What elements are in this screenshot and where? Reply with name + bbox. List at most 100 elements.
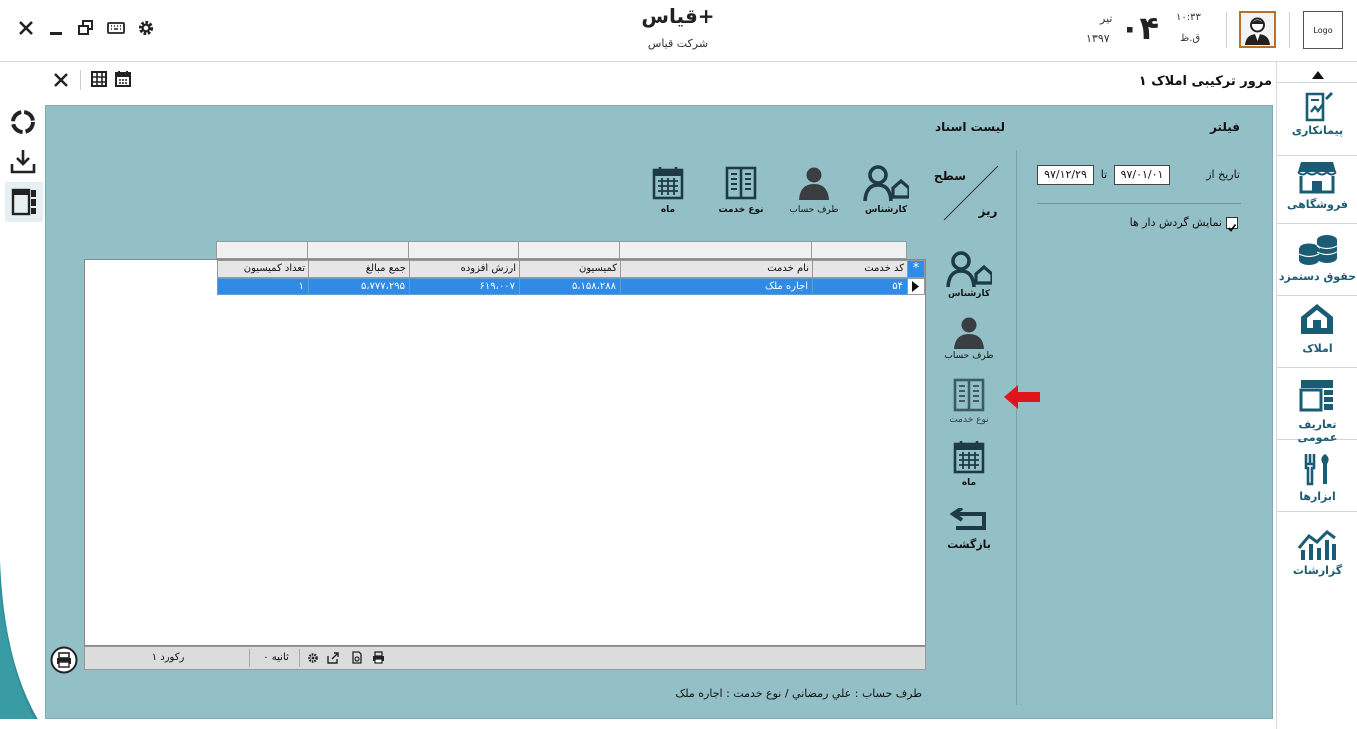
check-icon	[1227, 223, 1237, 232]
column-header-commission[interactable]: کمیسیون	[519, 260, 621, 278]
chart-icon	[1297, 528, 1337, 562]
column-header-service-code[interactable]: کد خدمت	[812, 260, 908, 278]
date-from-input[interactable]: ۹۷/۰۱/۰۱	[1114, 165, 1170, 185]
filter-cell[interactable]	[216, 241, 308, 259]
module-sidebar: پیمانکاری فروشگاهی حقوق دستمزد املاک تعا…	[1276, 62, 1357, 729]
filter-cell[interactable]	[619, 241, 812, 259]
divider	[1277, 82, 1357, 83]
calendar-icon[interactable]	[114, 70, 132, 88]
column-header-commission-count[interactable]: تعداد کمیسیون	[217, 260, 309, 278]
date-month: تیر	[1100, 12, 1113, 25]
grid-view-icon[interactable]	[90, 70, 108, 88]
side-tool-account[interactable]: طرف حساب	[940, 314, 998, 366]
nav-item-tools[interactable]: ابزارها	[1277, 440, 1357, 512]
elapsed-time: ۰ ثانیه	[263, 652, 289, 663]
side-tool-month[interactable]: ماه	[940, 440, 998, 492]
tools-icon	[1301, 452, 1333, 486]
store-icon	[1297, 160, 1337, 194]
layout-icon	[1299, 378, 1335, 412]
download-icon[interactable]	[10, 148, 36, 176]
list-title: لیست اسناد	[935, 120, 1005, 134]
row-selector-icon[interactable]	[907, 278, 925, 295]
side-tool-expert[interactable]: کارشناس	[940, 250, 998, 304]
filter-divider	[1037, 203, 1241, 204]
top-tool-month[interactable]: ماه	[644, 164, 692, 218]
keyboard-icon[interactable]	[106, 18, 128, 40]
printer-icon[interactable]	[372, 651, 385, 664]
top-tool-expert[interactable]: کارشناس	[858, 164, 914, 218]
table-cell[interactable]: ۵۴	[812, 278, 908, 295]
level-detail-label[interactable]: ریز	[968, 204, 1008, 218]
scroll-up-icon[interactable]	[1311, 70, 1325, 80]
date-year: ۱۳۹۷	[1086, 32, 1110, 45]
filter-cell[interactable]	[307, 241, 409, 259]
show-turnover-checkbox[interactable]	[1226, 217, 1238, 232]
nav-item-general-definitions[interactable]: تعاریف عمومی	[1277, 368, 1357, 444]
coins-icon	[1297, 232, 1339, 266]
divider	[80, 70, 81, 90]
table-cell[interactable]: ۱	[217, 278, 309, 295]
logo: Logo	[1303, 11, 1343, 49]
print-icon[interactable]	[50, 646, 78, 674]
title-bar: قیاس+ شرکت قیاس ۱۰:۳۳ ق.ظ ۰۴ تیر ۱۳۹۷ Lo…	[0, 0, 1357, 62]
selection-summary: طرف حساب : علي رمضاني / نوع خدمت : اجاره…	[675, 687, 922, 700]
refresh-icon[interactable]	[9, 108, 37, 136]
divider	[1289, 12, 1290, 48]
side-tool-service-type[interactable]: نوع خدمت	[940, 376, 998, 428]
house-icon	[1299, 302, 1335, 336]
column-header-total[interactable]: جمع مبالغ	[308, 260, 410, 278]
print-preview-icon[interactable]	[351, 651, 363, 664]
date-day: ۰۴	[1120, 9, 1160, 47]
catalog-icon	[953, 378, 985, 412]
nav-item-reports[interactable]: گزارشات	[1277, 512, 1357, 584]
top-tool-service-type[interactable]: نوع خدمت	[712, 164, 770, 218]
record-count: ۱ رکورد	[151, 652, 185, 663]
document-title: مرور ترکیبی املاک ۱	[1138, 74, 1272, 89]
gear-icon[interactable]	[136, 18, 158, 40]
close-document-icon[interactable]	[52, 71, 70, 89]
table-cell[interactable]: ۶۱۹،۰۰۷	[409, 278, 520, 295]
panel-divider	[1016, 150, 1017, 705]
expert-icon	[946, 250, 992, 288]
export-icon[interactable]	[327, 652, 339, 664]
layout-icon[interactable]	[5, 182, 43, 222]
table-cell[interactable]: ۵،۱۵۸،۲۸۸	[519, 278, 621, 295]
document-toolbar	[44, 62, 1276, 104]
clock-time: ۱۰:۳۳	[1176, 12, 1201, 23]
minimize-icon[interactable]	[46, 18, 68, 40]
nav-item-real-estate[interactable]: املاک	[1277, 296, 1357, 368]
catalog-icon	[725, 166, 757, 200]
user-avatar-icon[interactable]	[1239, 11, 1276, 48]
nav-item-contracting[interactable]: پیمانکاری	[1277, 84, 1357, 156]
bottom-margin	[0, 719, 1276, 729]
divider	[1226, 12, 1227, 48]
back-arrow-icon	[950, 508, 988, 534]
nav-item-payroll[interactable]: حقوق دستمزد	[1277, 224, 1357, 296]
filter-title: فیلتر	[1209, 120, 1240, 134]
date-from-label: تاریخ از	[1206, 168, 1240, 181]
app-title: قیاس+	[641, 4, 715, 28]
divider	[249, 649, 250, 667]
settings-icon[interactable]	[307, 652, 319, 664]
red-arrow-icon	[1002, 382, 1042, 412]
person-icon	[953, 316, 985, 350]
contract-icon	[1301, 90, 1335, 124]
table-cell[interactable]: ۵،۷۷۷،۲۹۵	[308, 278, 410, 295]
column-header-vat[interactable]: ارزش افزوده	[409, 260, 520, 278]
show-turnover-label: نمایش گردش دار ها	[1129, 216, 1222, 229]
table-cell[interactable]: اجاره ملک	[620, 278, 813, 295]
decorative-curve	[0, 560, 44, 729]
filter-cell[interactable]	[811, 241, 907, 259]
filter-cell[interactable]	[518, 241, 620, 259]
expert-icon	[863, 164, 909, 202]
new-row-marker[interactable]: *	[907, 260, 925, 278]
restore-icon[interactable]	[76, 18, 98, 40]
grid-filter-row	[216, 241, 907, 259]
nav-item-store[interactable]: فروشگاهی	[1277, 152, 1357, 224]
top-tool-account[interactable]: طرف حساب	[786, 164, 842, 218]
close-icon[interactable]	[16, 18, 38, 40]
filter-cell[interactable]	[408, 241, 519, 259]
column-header-service-name[interactable]: نام خدمت	[620, 260, 813, 278]
date-to-input[interactable]: ۹۷/۱۲/۲۹	[1037, 165, 1094, 185]
back-button[interactable]: بازگشت	[938, 506, 1000, 556]
